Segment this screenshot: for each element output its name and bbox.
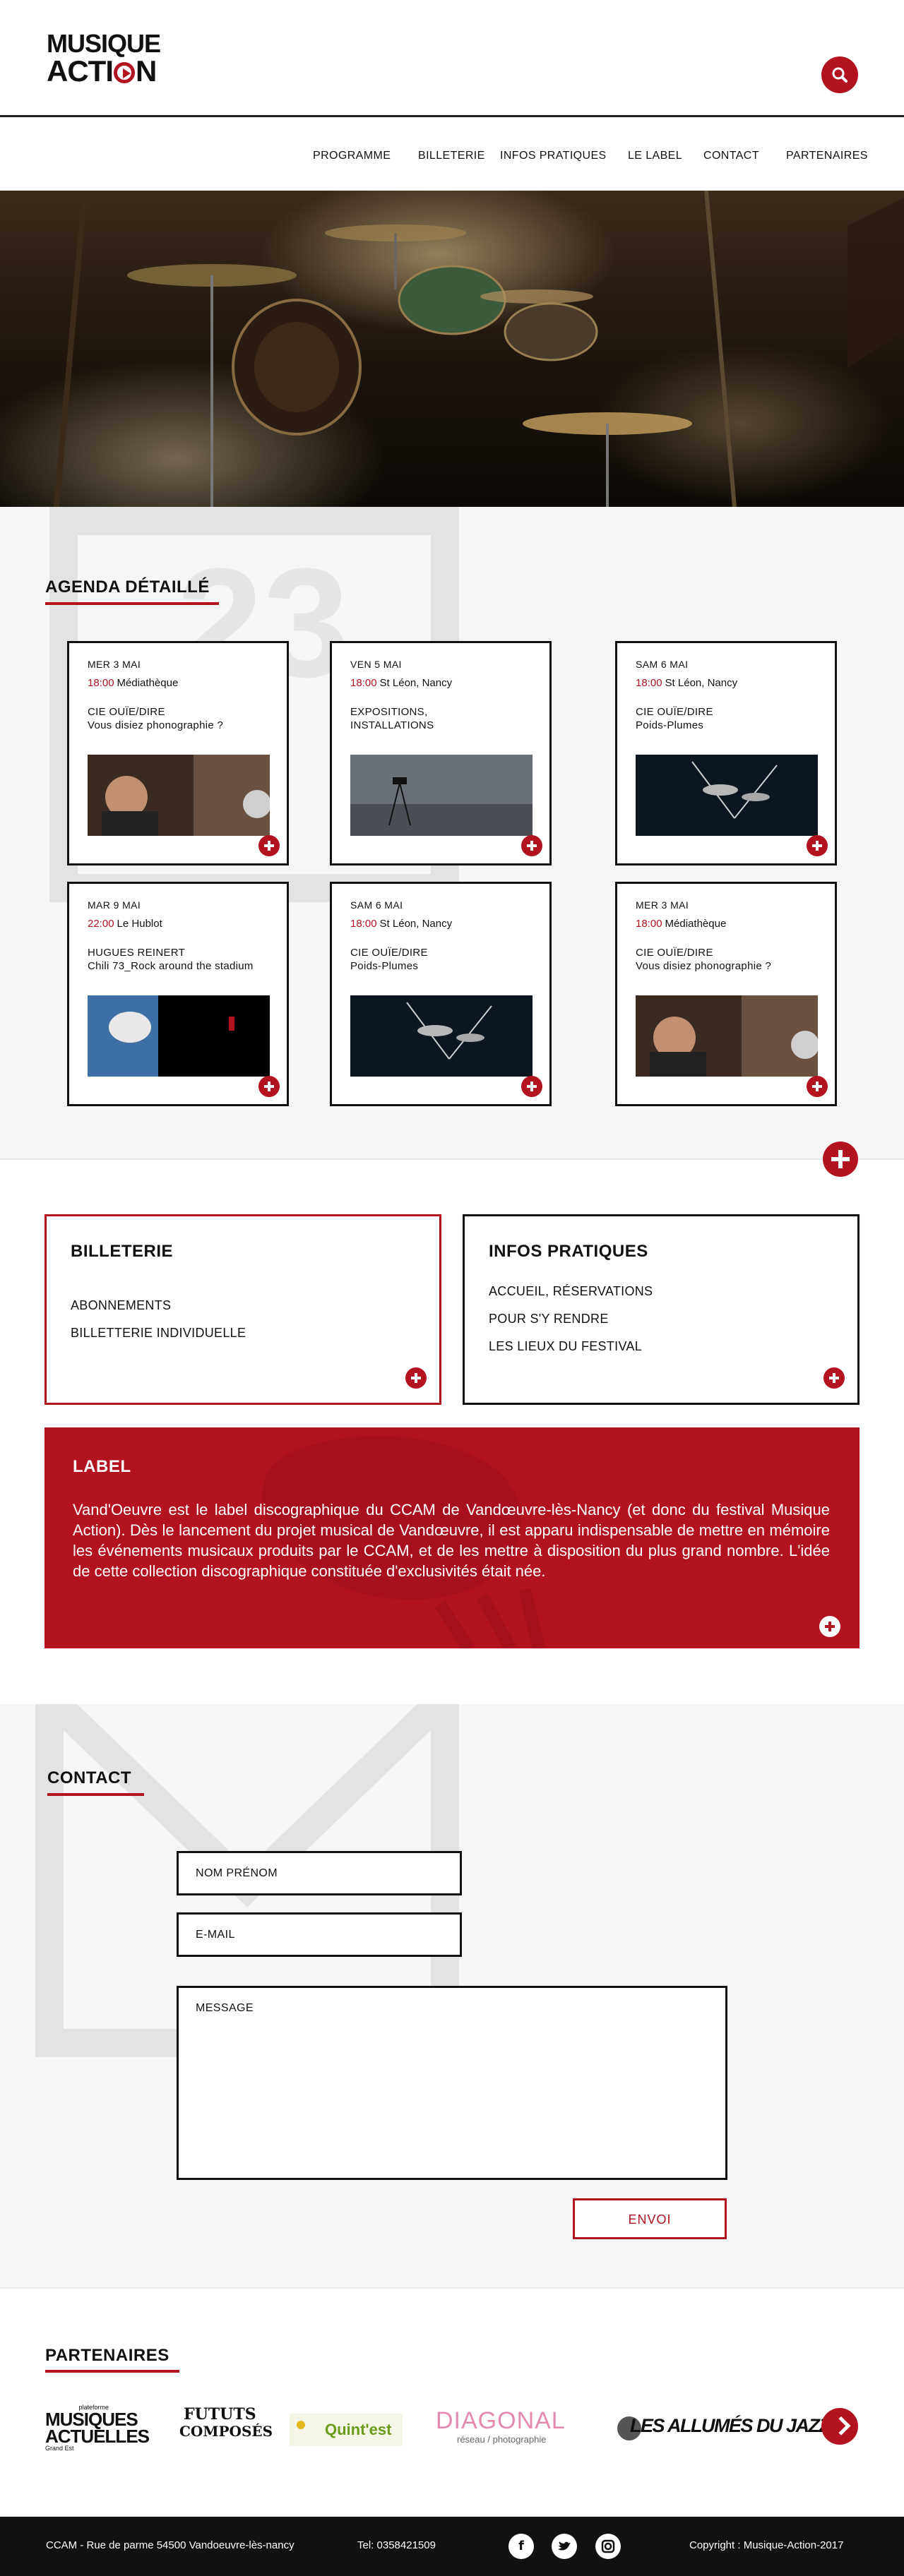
- event-title: CIE OUÏE/DIRE Poids-Plumes: [636, 706, 713, 731]
- event-more-button[interactable]: [807, 1076, 828, 1097]
- infos-link-lieux[interactable]: LES LIEUX DU FESTIVAL: [489, 1339, 642, 1354]
- site-footer: CCAM - Rue de parme 54500 Vandoeuvre-lès…: [0, 2517, 904, 2576]
- main-nav: PROGRAMME BILLETERIE INFOS PRATIQUES LE …: [0, 119, 904, 191]
- email-field[interactable]: E-MAIL: [177, 1912, 462, 1957]
- event-title: CIE OUÏE/DIRE Poids-Plumes: [350, 947, 428, 972]
- event-time-place: 18:00 Médiathèque: [88, 677, 179, 689]
- agenda-title: AGENDA DÉTAILLÉ: [45, 577, 210, 597]
- partner-futurs-composes-logo[interactable]: FUTUTS COMPOSÉS: [179, 2406, 273, 2455]
- event-card[interactable]: MAR 9 MAI 22:00 Le Hublot HUGUES REINERT C…: [67, 882, 289, 1106]
- event-thumbnail: [88, 995, 270, 1077]
- billeterie-link-individuelle[interactable]: BILLETTERIE INDIVIDUELLE: [71, 1326, 246, 1341]
- infos-pratiques-box: INFOS PRATIQUES ACCUEIL, RÉSERVATIONS PO…: [463, 1214, 860, 1405]
- event-more-button[interactable]: [258, 1076, 280, 1097]
- instagram-icon[interactable]: [595, 2534, 621, 2559]
- partners-next-button[interactable]: [821, 2408, 858, 2445]
- billeterie-link-abonnements[interactable]: ABONNEMENTS: [71, 1298, 171, 1313]
- partner-musiques-actuelles-logo[interactable]: plateforme MUSIQUES ACTUELLES Grand Est: [45, 2404, 150, 2457]
- billeterie-more-button[interactable]: [405, 1367, 427, 1389]
- billeterie-box: BILLETERIE ABONNEMENTS BILLETTERIE INDIV…: [44, 1214, 441, 1405]
- event-card[interactable]: VEN 5 MAI 18:00 St Léon, Nancy EXPOSITION…: [330, 641, 552, 865]
- nav-partenaires[interactable]: PARTENAIRES: [786, 150, 868, 162]
- event-title: HUGUES REINERT Chili 73_Rock around the s…: [88, 947, 254, 972]
- event-date: MAR 9 MAI: [88, 899, 141, 911]
- event-thumbnail: [350, 755, 533, 836]
- facebook-icon[interactable]: f: [509, 2534, 534, 2559]
- footer-copyright: Copyright : Musique-Action-2017: [689, 2539, 844, 2551]
- event-thumbnail: [636, 995, 818, 1077]
- event-date: MER 3 MAI: [636, 899, 689, 911]
- event-card[interactable]: SAM 6 MAI 18:00 St Léon, Nancy CIE OUÏE/D…: [330, 882, 552, 1106]
- event-more-button[interactable]: [258, 835, 280, 856]
- partners-title-underline: [45, 2370, 179, 2373]
- label-text: Vand'Oeuvre est le label discographique …: [73, 1501, 830, 1580]
- event-more-button[interactable]: [521, 835, 542, 856]
- event-time-place: 18:00 St Léon, Nancy: [350, 677, 453, 689]
- event-title: EXPOSITIONS, INSTALLATIONS: [350, 706, 434, 731]
- label-box: LABEL Vand'Oeuvre est le label discograp…: [44, 1427, 860, 1648]
- search-icon: [832, 67, 848, 83]
- infos-title: INFOS PRATIQUES: [489, 1242, 648, 1261]
- partner-diagonal-logo[interactable]: DIAGONAL réseau / photographie: [436, 2407, 584, 2457]
- send-button-label: ENVOI: [628, 2212, 672, 2227]
- event-date: SAM 6 MAI: [350, 899, 403, 911]
- infos-more-button[interactable]: [823, 1367, 845, 1389]
- event-title: CIE OUÏE/DIRE Vous disiez phonographie ?: [636, 947, 772, 972]
- message-field[interactable]: MESSAGE: [177, 1986, 727, 2180]
- nav-programme[interactable]: PROGRAMME: [313, 150, 391, 162]
- event-date: VEN 5 MAI: [350, 659, 402, 670]
- label-more-button[interactable]: [819, 1616, 840, 1637]
- send-button[interactable]: ENVOI: [573, 2198, 727, 2239]
- play-icon: [114, 62, 135, 83]
- name-field[interactable]: NOM PRÉNOM: [177, 1851, 462, 1895]
- event-date: MER 3 MAI: [88, 659, 141, 670]
- event-thumbnail: [88, 755, 270, 836]
- logo-line2: ACTI N: [47, 54, 157, 88]
- billeterie-title: BILLETERIE: [71, 1242, 174, 1261]
- logo-line1: MUSIQUE: [47, 29, 161, 58]
- event-more-button[interactable]: [521, 1076, 542, 1097]
- agenda-more-button[interactable]: [823, 1142, 858, 1177]
- event-card[interactable]: MER 3 MAI 18:00 Médiathèque CIE OUÏE/DIRE…: [615, 882, 837, 1106]
- event-time-place: 18:00 St Léon, Nancy: [636, 677, 738, 689]
- contact-title: CONTACT: [47, 1768, 132, 1787]
- event-card[interactable]: SAM 6 MAI 18:00 St Léon, Nancy CIE OUÏE/D…: [615, 641, 837, 865]
- event-time-place: 18:00 Médiathèque: [636, 918, 727, 930]
- label-title: LABEL: [73, 1457, 131, 1476]
- hero-drum-kit-image: [0, 191, 904, 507]
- nav-infos-pratiques[interactable]: INFOS PRATIQUES: [500, 150, 607, 162]
- infos-link-accueil[interactable]: ACCUEIL, RÉSERVATIONS: [489, 1284, 653, 1299]
- footer-address: CCAM - Rue de parme 54500 Vandoeuvre-lès…: [46, 2539, 295, 2551]
- message-field-label: MESSAGE: [196, 2002, 254, 2014]
- contact-title-underline: [47, 1793, 144, 1796]
- partners-title: PARTENAIRES: [45, 2346, 170, 2365]
- nav-le-label[interactable]: LE LABEL: [628, 150, 682, 162]
- nav-contact[interactable]: CONTACT: [703, 150, 759, 162]
- partner-quintest-logo[interactable]: Quint'est: [290, 2414, 403, 2446]
- musique-action-logo[interactable]: MUSIQUE ACTI N: [47, 31, 188, 88]
- event-more-button[interactable]: [807, 835, 828, 856]
- event-thumbnail: [350, 995, 533, 1077]
- event-card[interactable]: MER 3 MAI 18:00 Médiathèque CIE OUÏE/DIRE…: [67, 641, 289, 865]
- email-field-label: E-MAIL: [196, 1929, 235, 1941]
- search-button[interactable]: [821, 56, 858, 93]
- event-date: SAM 6 MAI: [636, 659, 689, 670]
- event-title: CIE OUÏE/DIRE Vous disiez phonographie ?: [88, 706, 224, 731]
- event-thumbnail: [636, 755, 818, 836]
- agenda-title-underline: [45, 602, 219, 605]
- partner-allumes-du-jazz-logo[interactable]: LES ALLUMÉS DU JAZZ: [614, 2409, 831, 2452]
- infos-link-rendre[interactable]: POUR S'Y RENDRE: [489, 1312, 609, 1326]
- footer-tel: Tel: 0358421509: [357, 2539, 436, 2551]
- event-time-place: 22:00 Le Hublot: [88, 918, 162, 930]
- twitter-icon[interactable]: [552, 2534, 577, 2559]
- name-field-label: NOM PRÉNOM: [196, 1867, 278, 1879]
- event-time-place: 18:00 St Léon, Nancy: [350, 918, 453, 930]
- nav-billeterie[interactable]: BILLETERIE: [418, 150, 485, 162]
- site-header: MUSIQUE ACTI N: [0, 0, 904, 117]
